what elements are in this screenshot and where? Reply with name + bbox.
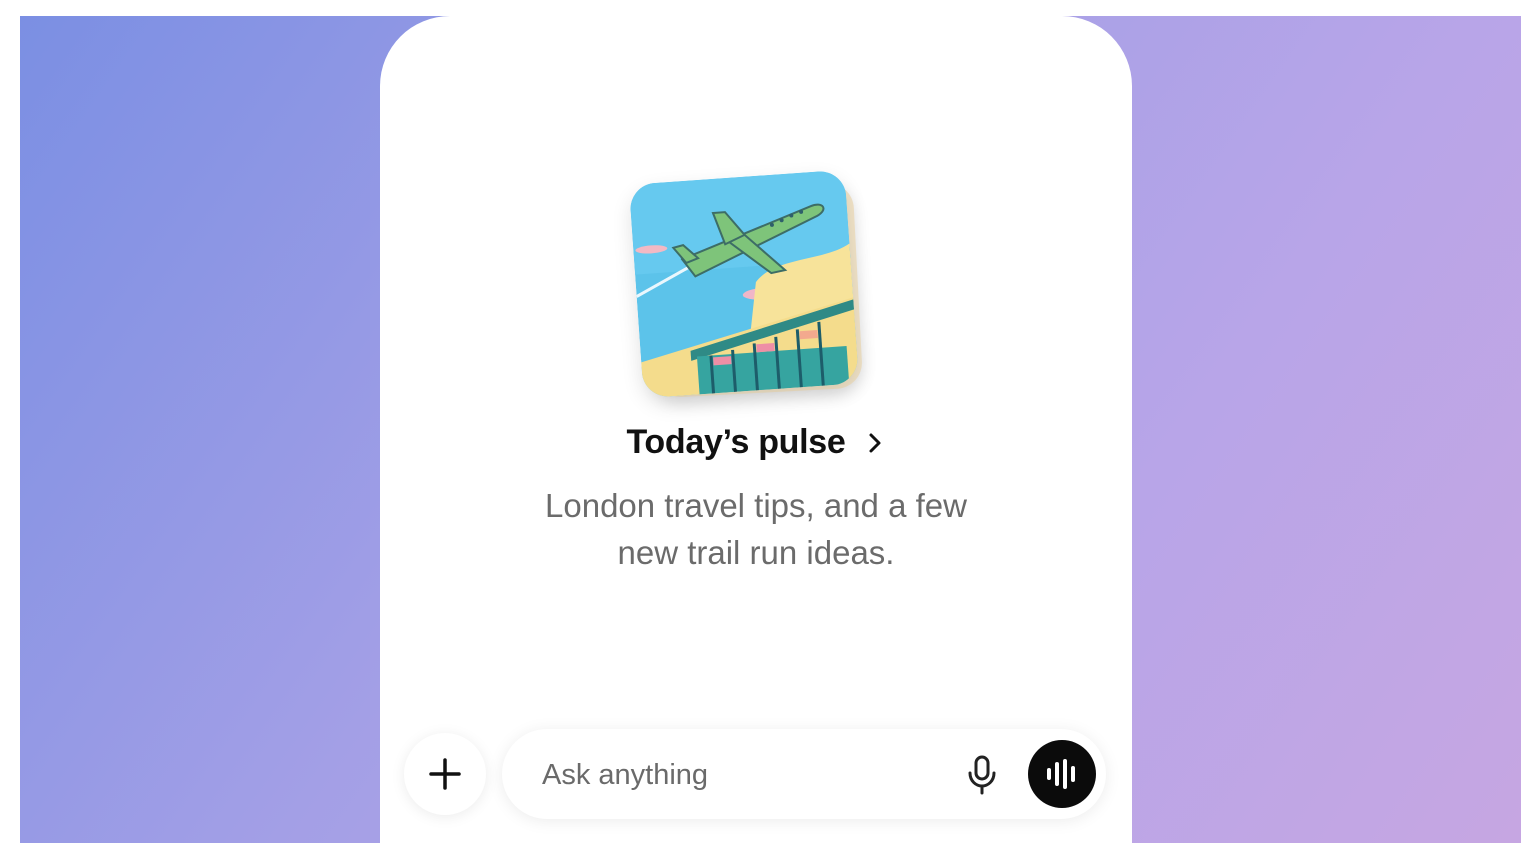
pulse-card-image — [628, 169, 860, 399]
message-composer — [502, 729, 1106, 819]
voice-waveform-icon — [1047, 759, 1075, 789]
pulse-card[interactable] — [628, 169, 864, 399]
pulse-subtitle-line-1: London travel tips, and a few — [545, 487, 967, 524]
pulse-subtitle-line-2: new trail run ideas. — [617, 534, 895, 571]
pulse-subtitle: London travel tips, and a few new trail … — [480, 482, 1032, 576]
add-attachment-button[interactable] — [404, 733, 486, 815]
microphone-icon — [968, 755, 996, 795]
dictate-button[interactable] — [960, 753, 1004, 797]
pulse-title: Today’s pulse — [626, 422, 846, 461]
chevron-right-icon — [869, 433, 881, 453]
pulse-header[interactable]: Today’s pulse — [380, 420, 1132, 464]
ask-anything-input[interactable] — [540, 753, 924, 797]
airplane-illustration-icon — [628, 169, 860, 399]
voice-mode-button[interactable] — [1028, 740, 1096, 808]
plus-icon — [429, 758, 461, 790]
